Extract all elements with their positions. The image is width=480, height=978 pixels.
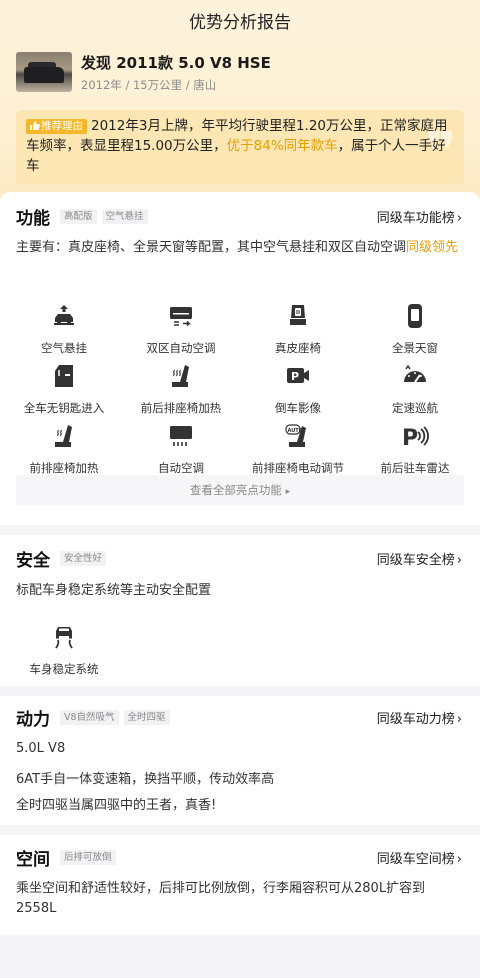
chevron-right-icon: › — [456, 712, 462, 727]
power-seat-icon: AUTO — [285, 424, 306, 447]
function-section: 功能 高配版 空气悬挂 同级车功能榜 › 主要有：真皮座椅、全景天窗等配置，其中空气… — [0, 192, 480, 525]
parking-radar-icon: P — [402, 426, 429, 451]
safety-description: 标配车身稳定系统等主动安全配置 — [16, 583, 212, 598]
feature-reverse-camera[interactable]: P 倒车影像 — [238, 362, 358, 416]
drivetrain-spec: 全时四驱当属四驱中的王者，真香! — [16, 798, 217, 813]
function-tags: 高配版 空气悬挂 — [60, 209, 153, 224]
power-rank-link[interactable]: 同级车动力榜 › — [377, 708, 462, 727]
recommend-highlight: 优于84%同年款车 — [226, 138, 338, 154]
power-title: 动力 — [16, 710, 50, 730]
feature-leather-seat[interactable]: 真皮座椅 — [238, 302, 358, 356]
view-all-features-button[interactable]: 查看全部亮点功能 ▸ — [16, 475, 464, 505]
transmission-spec: 6AT手自一体变速箱，换挡平顺，传动效率高 — [16, 772, 275, 787]
car-year: 2012年 — [81, 78, 122, 92]
svg-text:AUTO: AUTO — [288, 428, 303, 434]
recommend-reason-box: ❞ 推荐理由 2012年3月上牌，年平均行驶里程1.20万公里，正常家庭用车频率… — [16, 110, 464, 184]
space-title: 空间 — [16, 850, 50, 870]
chevron-right-icon: › — [456, 852, 462, 867]
feature-air-suspension[interactable]: 空气悬挂 — [4, 302, 124, 356]
separator: / — [185, 78, 190, 92]
car-summary[interactable]: 发现 2011款 5.0 V8 HSE 2012年 / 15万公里 / 唐山 — [16, 52, 464, 96]
recommend-text: 推荐理由 2012年3月上牌，年平均行驶里程1.20万公里，正常家庭用车频率，表… — [26, 116, 456, 176]
page-title: 优势分析报告 — [189, 13, 291, 33]
function-title: 功能 — [16, 209, 50, 229]
safety-tags: 安全性好 — [60, 551, 111, 566]
feature-dual-zone-ac[interactable]: 双区自动空调 — [121, 302, 241, 356]
space-rank-link[interactable]: 同级车空间榜 › — [377, 848, 462, 867]
feature-keyless-entry[interactable]: 全车无钥匙进入 — [4, 362, 124, 416]
chevron-right-icon: › — [456, 553, 462, 568]
function-tag: 空气悬挂 — [101, 209, 148, 224]
dual-zone-ac-icon — [170, 307, 192, 327]
car-name: 发现 2011款 5.0 V8 HSE — [81, 54, 271, 72]
front-seat-heating-icon — [55, 425, 72, 447]
function-tag: 高配版 — [60, 209, 97, 224]
space-description: 乘坐空间和舒适性较好，后排可比例放倒，行李厢容积可从280L扩容到2558L — [16, 881, 426, 916]
feature-parking-radar[interactable]: P 前后驻车雷达 — [355, 422, 475, 476]
panoramic-sunroof-icon — [408, 304, 422, 328]
car-thumbnail — [16, 52, 72, 92]
seat-heating-icon — [172, 365, 189, 387]
function-rank-link[interactable]: 同级车功能榜 › — [377, 207, 462, 226]
air-suspension-icon — [54, 305, 74, 325]
arrow-right-icon: ▸ — [285, 487, 291, 497]
safety-title: 安全 — [16, 551, 50, 571]
power-tag: V8自然吸气 — [60, 710, 119, 725]
safety-section: 安全 安全性好 同级车安全榜 › 标配车身稳定系统等主动安全配置 车身稳定系统 — [0, 535, 480, 686]
thumbs-up-icon — [30, 121, 40, 130]
feature-front-seat-heating[interactable]: 前排座椅加热 — [4, 422, 124, 476]
svg-text:P: P — [402, 426, 418, 450]
feature-stability-control[interactable]: 车身稳定系统 — [4, 623, 124, 677]
function-description: 主要有：真皮座椅、全景天窗等配置，其中空气悬挂和双区自动空调同级领先 — [16, 240, 459, 255]
leather-seat-icon — [290, 305, 306, 325]
power-tag: 全时四驱 — [123, 710, 170, 725]
engine-spec: 5.0L V8 — [16, 741, 66, 756]
recommend-tag: 推荐理由 — [26, 119, 87, 134]
space-tag: 后排可放倒 — [60, 850, 116, 865]
feature-auto-ac[interactable]: 自动空调 — [121, 422, 241, 476]
stability-control-icon — [55, 627, 73, 649]
feature-cruise-control[interactable]: 定速巡航 — [355, 362, 475, 416]
reverse-camera-icon: P — [287, 368, 309, 383]
feature-panoramic-sunroof[interactable]: 全景天窗 — [355, 302, 475, 356]
safety-rank-link[interactable]: 同级车安全榜 › — [377, 549, 462, 568]
safety-tag: 安全性好 — [60, 551, 107, 566]
auto-ac-icon — [170, 426, 192, 446]
car-city: 唐山 — [193, 78, 217, 92]
power-section: 动力 V8自然吸气 全时四驱 同级车动力榜 › 5.0L V8 6AT手自一体变速箱… — [0, 696, 480, 825]
svg-text:P: P — [291, 370, 299, 383]
feature-seat-heating[interactable]: 前后排座椅加热 — [121, 362, 241, 416]
car-meta: 2012年 / 15万公里 / 唐山 — [81, 77, 216, 93]
space-section: 空间 后排可放倒 同级车空间榜 › 乘坐空间和舒适性较好，后排可比例放倒，行李厢容… — [0, 835, 480, 935]
keyless-entry-icon — [55, 365, 73, 387]
function-highlight: 同级领先 — [406, 240, 459, 255]
space-tags: 后排可放倒 — [60, 850, 121, 865]
separator: / — [125, 78, 130, 92]
report-header-area: 优势分析报告 发现 2011款 5.0 V8 HSE 2012年 / 15万公里… — [0, 0, 480, 210]
power-tags: V8自然吸气 全时四驱 — [60, 710, 175, 725]
feature-power-seat[interactable]: AUTO 前排座椅电动调节 — [238, 422, 358, 476]
chevron-right-icon: › — [456, 211, 462, 226]
car-mileage: 15万公里 — [132, 78, 183, 92]
cruise-control-icon — [404, 364, 426, 383]
